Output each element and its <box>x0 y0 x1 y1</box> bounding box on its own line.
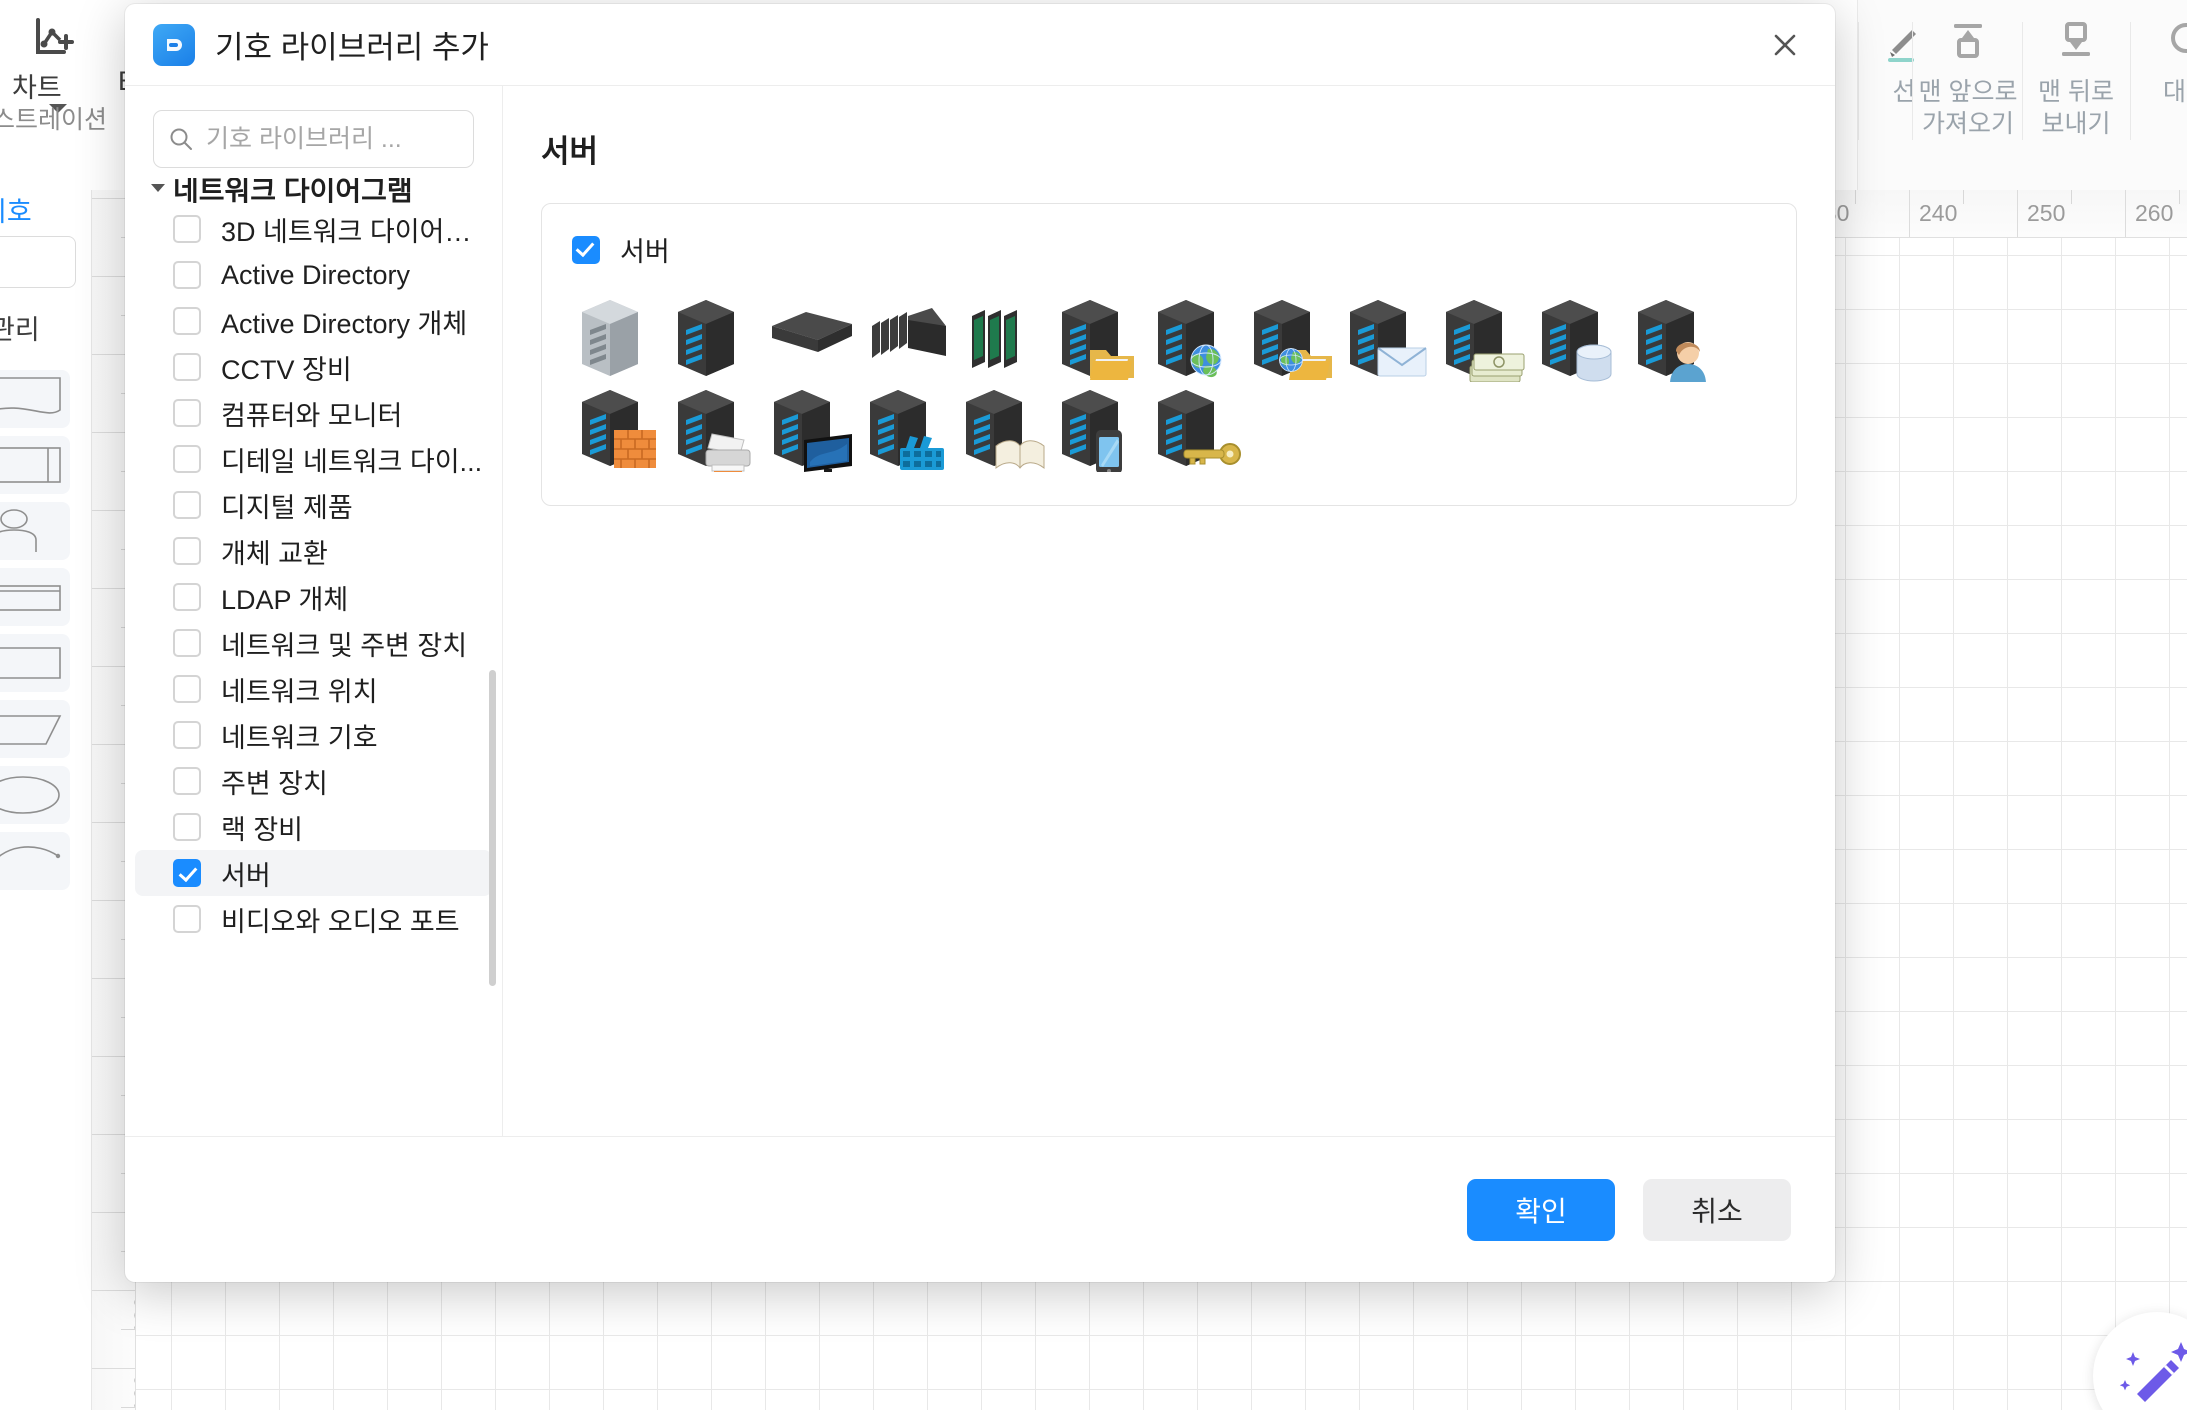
category-row[interactable]: 네트워크 기호 <box>135 712 492 758</box>
symbol-library-card: 서버 <box>541 203 1797 506</box>
category-checkbox[interactable] <box>173 629 201 657</box>
database-server-icon[interactable] <box>1532 291 1628 382</box>
search-icon <box>170 128 192 150</box>
category-group-label: 네트워크 다이어그램 <box>173 178 413 206</box>
library-server-icon[interactable] <box>956 381 1052 471</box>
blade-server-icon[interactable] <box>860 291 956 381</box>
category-checkbox[interactable] <box>173 491 201 519</box>
library-checkbox[interactable] <box>572 235 600 264</box>
category-label: 네트워크 위치 <box>221 676 378 707</box>
firewall-server-icon[interactable] <box>572 381 668 471</box>
media-server-icon[interactable] <box>860 381 956 471</box>
category-label: 랙 장비 <box>221 814 304 845</box>
category-list-scrollbar[interactable] <box>489 670 496 986</box>
file-server-icon[interactable] <box>1052 291 1148 381</box>
category-checkbox[interactable] <box>173 813 201 841</box>
category-row[interactable]: CCTV 장비 <box>135 344 492 390</box>
category-pane: 네트워크 다이어그램 3D 네트워크 다이어그램 Active Directory… <box>125 86 503 1136</box>
category-label: 네트워크 및 주변 장치 <box>221 630 468 661</box>
category-label: 3D 네트워크 다이어그램 <box>221 216 492 247</box>
mail-server-icon[interactable] <box>1340 291 1436 381</box>
category-checkbox[interactable] <box>173 675 201 703</box>
terminal-server-icon[interactable] <box>764 381 860 472</box>
close-icon[interactable] <box>1761 21 1809 69</box>
dialog-body: 네트워크 다이어그램 3D 네트워크 다이어그램 Active Directory… <box>125 86 1835 1136</box>
category-label: 서버 <box>221 860 271 891</box>
dialog-header: 기호 라이브러리 추가 <box>125 4 1835 86</box>
category-row[interactable]: 비디오와 오디오 포트 <box>135 896 492 942</box>
category-label: Active Directory <box>221 259 411 290</box>
cancel-button[interactable]: 취소 <box>1643 1178 1791 1241</box>
category-label: 개체 교환 <box>221 538 328 569</box>
category-label: 컴퓨터와 모니터 <box>221 400 403 431</box>
symbol-preview-pane: 서버 서버 <box>503 86 1835 1136</box>
category-row[interactable]: 네트워크 및 주변 장치 <box>135 620 492 666</box>
rack-unit-icon[interactable] <box>764 291 860 381</box>
chevron-down-icon <box>151 184 165 192</box>
mobile-server-icon[interactable] <box>1052 381 1148 472</box>
category-row[interactable]: 디지털 제품 <box>135 482 492 528</box>
key-server-icon[interactable] <box>1148 381 1244 471</box>
edraw-logo-icon <box>153 23 195 66</box>
category-row[interactable]: 3D 네트워크 다이어그램 <box>135 206 492 252</box>
category-checkbox[interactable] <box>173 399 201 427</box>
confirm-button[interactable]: 확인 <box>1467 1178 1615 1241</box>
symbol-grid <box>572 291 1766 472</box>
tower-pc-silver-icon[interactable] <box>572 291 668 381</box>
category-row[interactable]: Active Directory 개체 <box>135 298 492 344</box>
search-input[interactable] <box>206 124 459 154</box>
category-checkbox[interactable] <box>173 445 201 473</box>
category-checkbox[interactable] <box>173 261 201 289</box>
category-row[interactable]: 컴퓨터와 모니터 <box>135 390 492 436</box>
category-checkbox[interactable] <box>173 767 201 795</box>
category-checkbox[interactable] <box>173 353 201 381</box>
print-server-icon[interactable] <box>668 381 764 472</box>
category-row[interactable]: 디테일 네트워크 다이... <box>135 436 492 482</box>
user-server-icon[interactable] <box>1628 291 1724 382</box>
category-row[interactable]: 주변 장치 <box>135 758 492 804</box>
category-label: Active Directory 개체 <box>221 308 468 339</box>
server-rack-icon[interactable] <box>956 291 1052 381</box>
search-wrapper <box>125 86 502 178</box>
category-label: CCTV 장비 <box>221 354 352 385</box>
category-group-header[interactable]: 네트워크 다이어그램 <box>125 178 502 206</box>
preview-heading: 서버 <box>541 134 599 169</box>
search-box[interactable] <box>153 110 474 168</box>
category-row[interactable]: 서버 <box>135 850 492 896</box>
category-label: 네트워크 기호 <box>221 722 378 753</box>
category-checkbox[interactable] <box>173 859 201 887</box>
category-label: 디테일 네트워크 다이... <box>221 446 483 477</box>
finance-server-icon[interactable] <box>1436 291 1532 382</box>
server-tower-icon[interactable] <box>668 291 764 381</box>
category-checkbox[interactable] <box>173 537 201 565</box>
dialog-title: 기호 라이브러리 추가 <box>215 30 489 65</box>
category-list[interactable]: 네트워크 다이어그램 3D 네트워크 다이어그램 Active Directory… <box>125 178 502 1136</box>
category-row[interactable]: 개체 교환 <box>135 528 492 574</box>
category-row[interactable]: 네트워크 위치 <box>135 666 492 712</box>
library-label: 서버 <box>620 237 670 267</box>
web-file-server-icon[interactable] <box>1244 291 1340 381</box>
add-symbol-library-dialog: 기호 라이브러리 추가 네트워크 다이어 <box>125 4 1835 1282</box>
category-checkbox[interactable] <box>173 905 201 933</box>
category-checkbox[interactable] <box>173 583 201 611</box>
category-checkbox[interactable] <box>173 215 201 243</box>
category-checkbox[interactable] <box>173 721 201 749</box>
category-row[interactable]: 랙 장비 <box>135 804 492 850</box>
category-label: 디지털 제품 <box>221 492 353 523</box>
library-toggle-row[interactable]: 서버 <box>572 230 1766 269</box>
symbol-preview-scroll[interactable]: 서버 서버 <box>503 86 1835 1136</box>
category-label: LDAP 개체 <box>221 584 349 615</box>
category-label: 비디오와 오디오 포트 <box>221 906 460 937</box>
dialog-footer: 확인 취소 <box>125 1136 1835 1282</box>
category-row[interactable]: Active Directory <box>135 252 492 298</box>
category-checkbox[interactable] <box>173 307 201 335</box>
category-row[interactable]: LDAP 개체 <box>135 574 492 620</box>
web-server-icon[interactable] <box>1148 291 1244 381</box>
category-label: 주변 장치 <box>221 768 328 799</box>
